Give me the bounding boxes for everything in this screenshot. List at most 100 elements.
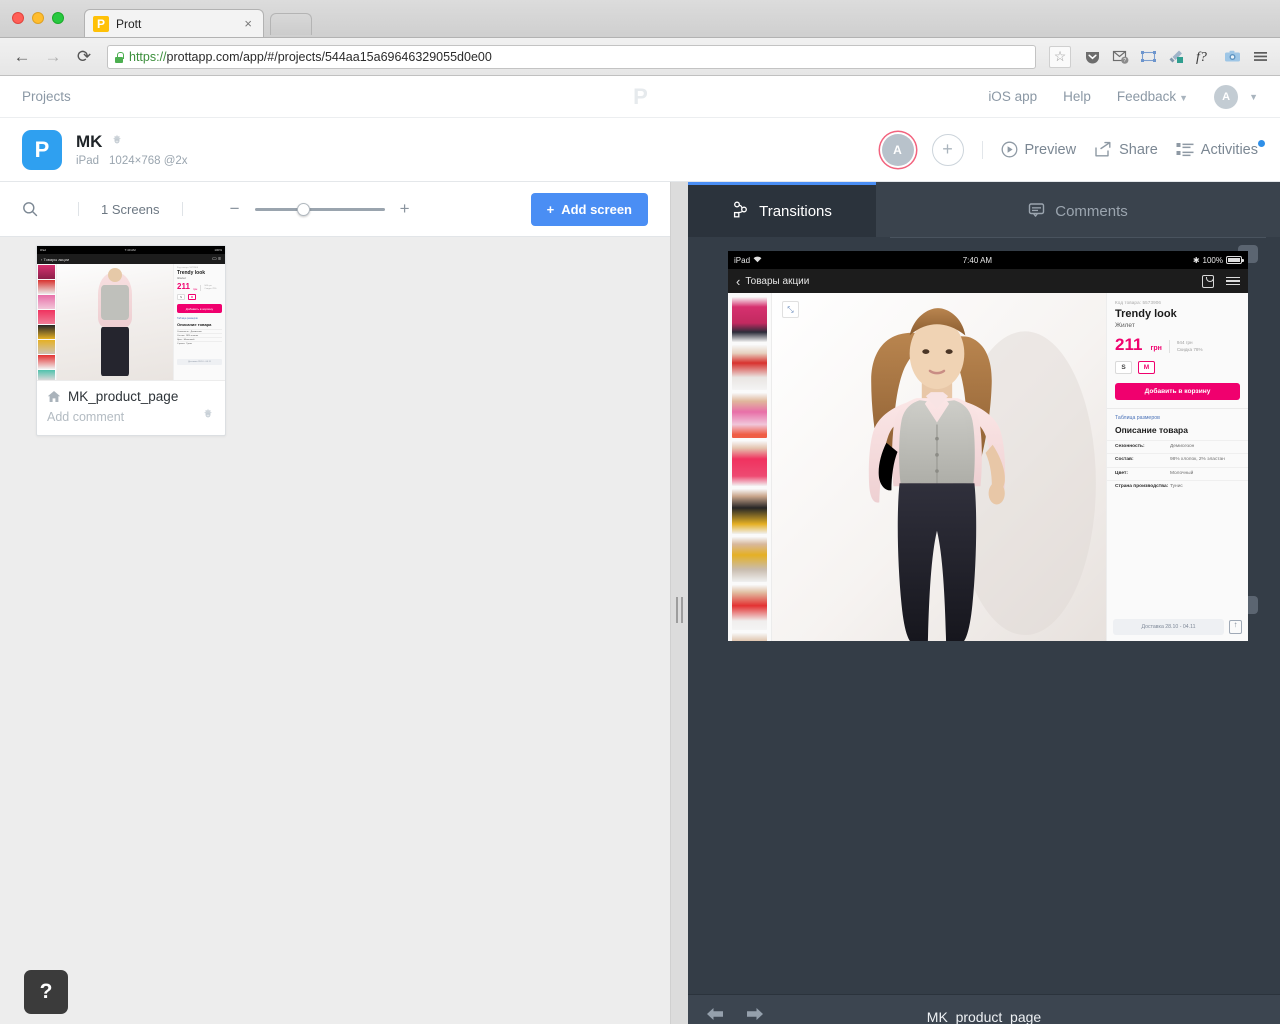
back-button[interactable]: ← <box>10 45 34 69</box>
add-comment-link[interactable]: Add comment <box>47 410 124 424</box>
minimize-window-button[interactable] <box>32 12 44 24</box>
share-icon <box>1094 141 1112 158</box>
screen-card[interactable]: iPad 7:40 AM 100% ‹ Товары акции ▭ ≡ Код… <box>36 245 226 436</box>
divider <box>181 202 183 216</box>
size-table-link[interactable]: Таблица размеров <box>1107 409 1248 425</box>
size-option-m[interactable]: M <box>1138 361 1155 374</box>
ios-app-link[interactable]: iOS app <box>988 89 1037 104</box>
zoom-slider-thumb[interactable] <box>296 202 310 216</box>
eyedropper-icon[interactable] <box>1166 47 1186 67</box>
breadcrumb-projects-link[interactable]: Projects <box>22 89 71 104</box>
maximize-window-button[interactable] <box>52 12 64 24</box>
browser-titlebar: P Prott × <box>0 0 1280 38</box>
share-up-icon[interactable] <box>1229 620 1242 634</box>
menu-icon[interactable] <box>1250 47 1270 67</box>
tab-title: Prott <box>116 16 142 31</box>
wifi-icon <box>753 256 762 265</box>
prott-favicon: P <box>93 15 109 32</box>
add-member-button[interactable]: + <box>931 133 964 166</box>
plus-icon: + <box>546 201 555 217</box>
camera-icon[interactable] <box>1222 47 1242 67</box>
activities-button[interactable]: Activities <box>1176 139 1265 158</box>
screens-count-label: 1 Screens <box>101 201 160 217</box>
zoom-slider[interactable] <box>254 202 385 216</box>
browser-toolbar: ← → ⟳ https://prottapp.com/app/#/project… <box>0 38 1280 76</box>
transitions-icon <box>732 201 749 222</box>
shopping-bag-icon[interactable] <box>1202 274 1214 288</box>
spec-value: Демисезон <box>1170 444 1195 449</box>
reload-button[interactable]: ⟳ <box>72 45 96 69</box>
battery-percent: 100% <box>1202 255 1223 265</box>
mail-icon[interactable]: ? <box>1110 47 1130 67</box>
chevron-left-icon: ‹ <box>736 273 741 289</box>
screen-card-title[interactable]: MK_product_page <box>68 389 178 404</box>
gear-icon[interactable] <box>201 408 215 425</box>
list-item[interactable] <box>732 345 767 390</box>
tab-transitions[interactable]: Transitions <box>688 182 876 237</box>
pocket-icon[interactable] <box>1082 47 1102 67</box>
screenshot-frame-icon[interactable] <box>1138 47 1158 67</box>
hamburger-icon[interactable] <box>1226 276 1240 286</box>
splitter-grip-icon <box>676 597 683 623</box>
window-controls[interactable] <box>12 12 64 24</box>
feedback-menu[interactable]: Feedback ▼ <box>1117 89 1188 104</box>
product-subtitle: Жилет <box>1115 322 1135 329</box>
close-icon[interactable]: × <box>241 16 255 31</box>
add-screen-button[interactable]: + Add screen <box>530 192 648 226</box>
list-item[interactable] <box>732 393 767 438</box>
bookmark-star-icon[interactable]: ☆ <box>1049 45 1071 68</box>
list-item[interactable] <box>732 441 767 486</box>
screen-thumbnail[interactable]: iPad 7:40 AM 100% ‹ Товары акции ▭ ≡ Код… <box>37 246 225 381</box>
browser-tab[interactable]: P Prott × <box>84 9 264 37</box>
expand-photo-icon[interactable]: ⤡ <box>782 301 799 318</box>
share-label: Share <box>1119 141 1158 158</box>
svg-text:?: ? <box>1123 58 1126 64</box>
account-menu[interactable]: A ▼ <box>1214 84 1258 109</box>
product-info-pane: Код товара: 5573906 Trendy look Жилет 21… <box>1106 293 1248 641</box>
size-selector[interactable]: S M <box>1115 361 1240 374</box>
canvas-toolbar: 1 Screens − + + Add screen <box>0 182 670 237</box>
close-window-button[interactable] <box>12 12 24 24</box>
list-item[interactable] <box>732 633 767 641</box>
list-item[interactable] <box>732 297 767 342</box>
help-button[interactable]: ? <box>24 970 68 1014</box>
table-row: Страна производства: Тунис <box>1107 480 1248 493</box>
canvas-area[interactable]: iPad 7:40 AM 100% ‹ Товары акции ▭ ≡ Код… <box>0 237 670 1024</box>
tab-comments[interactable]: Comments <box>876 182 1280 238</box>
spec-key: Цвет: <box>1115 470 1128 476</box>
nav-right-actions <box>1202 274 1240 288</box>
share-button[interactable]: Share <box>1094 141 1158 158</box>
address-bar[interactable]: https://prottapp.com/app/#/projects/544a… <box>107 44 1036 69</box>
shipping-info: Доставка 28.10 - 04.11 <box>1113 619 1224 635</box>
list-item[interactable] <box>732 537 767 582</box>
zoom-out-button[interactable]: − <box>227 199 243 219</box>
zoom-slider-group[interactable]: − + <box>227 199 413 219</box>
search-icon[interactable] <box>22 201 56 217</box>
activities-label: Activities <box>1200 141 1258 158</box>
forward-button[interactable]: → <box>41 45 65 69</box>
add-screen-label: Add screen <box>561 201 632 217</box>
size-option-s[interactable]: S <box>1115 361 1132 374</box>
project-member-avatar[interactable]: A <box>881 133 914 166</box>
list-item[interactable] <box>732 585 767 630</box>
new-tab-button[interactable] <box>270 13 312 35</box>
project-meta: MK iPad 1024×768 @2x <box>76 132 188 167</box>
zoom-in-button[interactable]: + <box>397 199 413 219</box>
main-split: 1 Screens − + + Add screen iPad 7:40 AM … <box>0 182 1280 1024</box>
tab-comments-label: Comments <box>1055 202 1128 220</box>
gear-icon[interactable] <box>110 134 124 151</box>
product-photo[interactable]: ⤡ <box>772 293 1106 641</box>
back-nav-button[interactable]: ‹ Товары акции <box>736 275 809 288</box>
spec-value: 98% хлопок, 2% эластан <box>1170 457 1225 463</box>
list-item[interactable] <box>732 489 767 534</box>
add-to-cart-button[interactable]: Добавить в корзину <box>1115 383 1240 400</box>
preview-stage: iPad 7:40 AM ✱ 100% ‹ Товары акции ⤡ Код… <box>688 237 1280 994</box>
panel-splitter[interactable] <box>670 182 688 1024</box>
preview-button[interactable]: Preview <box>1001 141 1076 158</box>
device-preview-frame[interactable]: iPad 7:40 AM ✱ 100% ‹ Товары акции ⤡ Код… <box>728 251 1248 641</box>
help-link[interactable]: Help <box>1063 89 1091 104</box>
product-thumbnail-strip[interactable] <box>728 293 772 641</box>
project-device: iPad <box>76 155 100 167</box>
prev-screen-button[interactable] <box>706 1007 746 1024</box>
next-screen-button[interactable] <box>746 1007 786 1024</box>
